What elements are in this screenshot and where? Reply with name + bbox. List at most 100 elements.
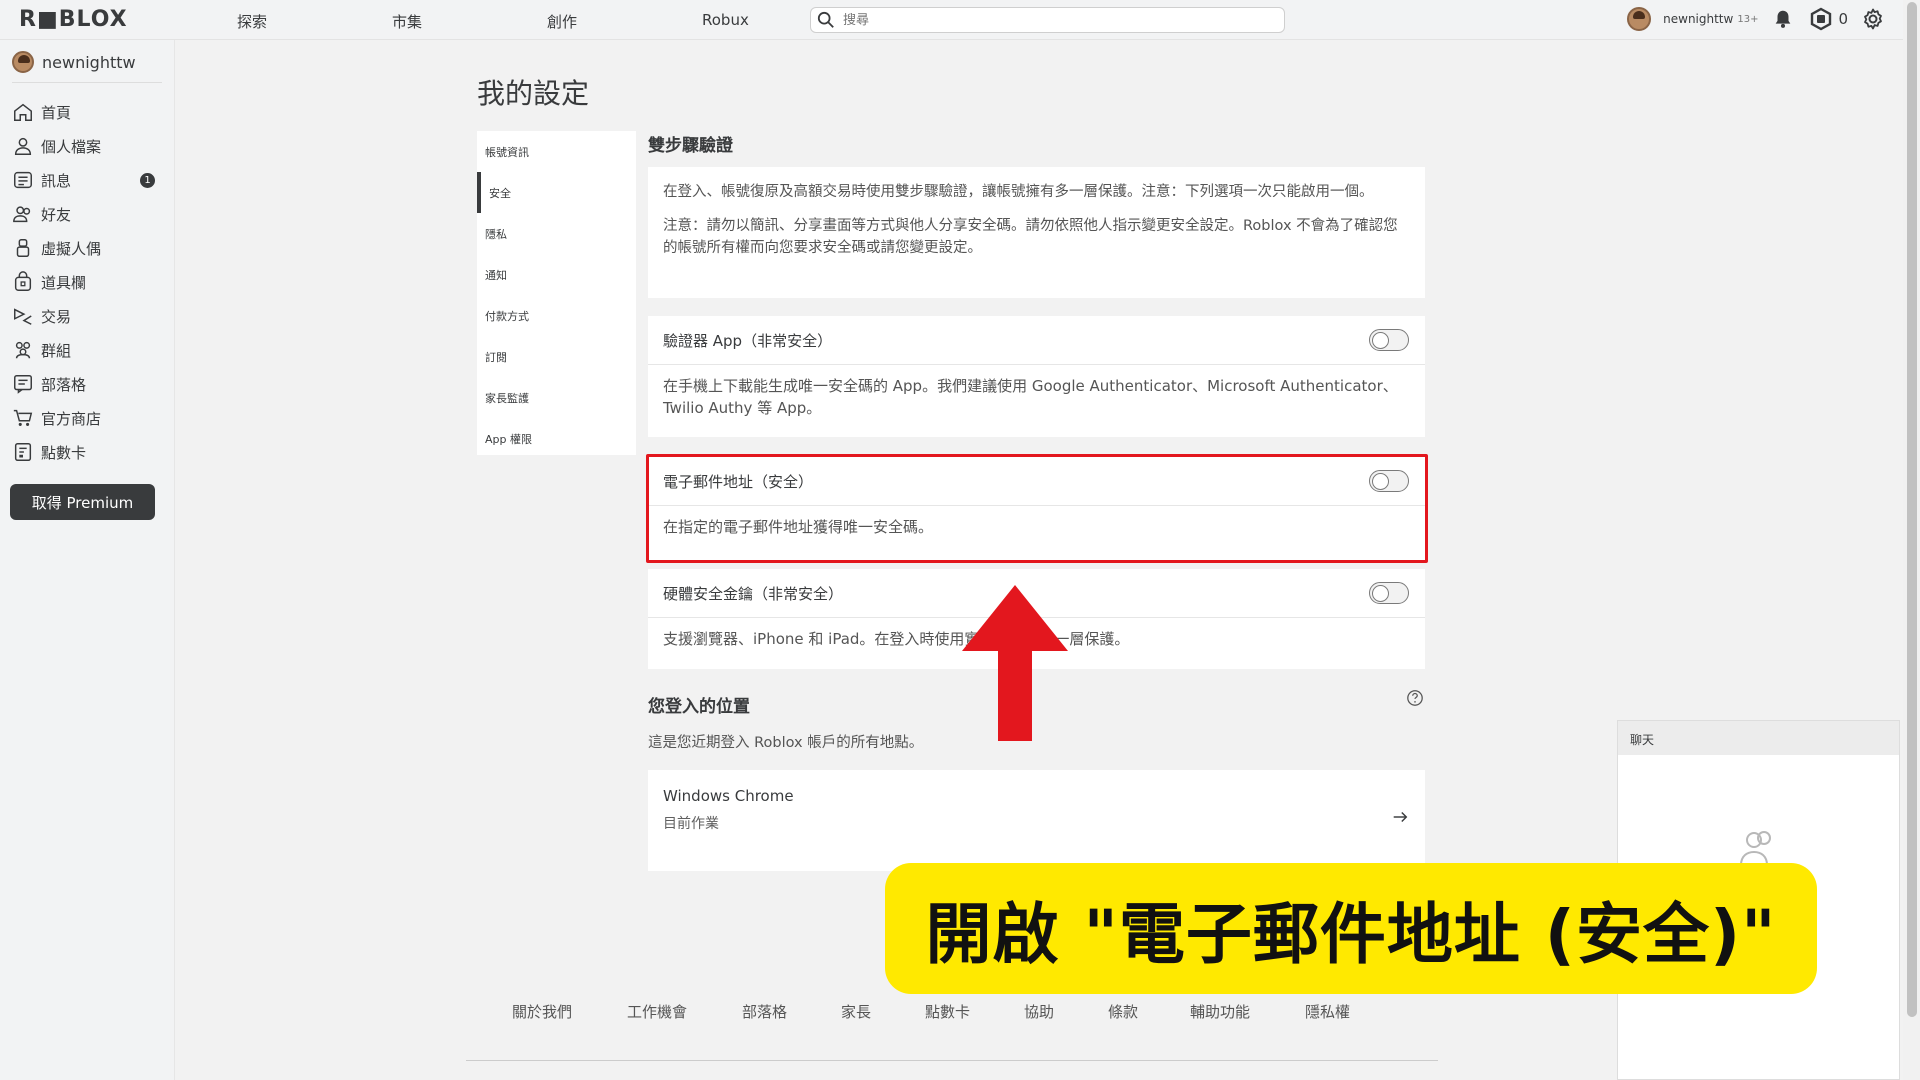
instruction-text: 開啟 "電子郵件地址 (安全)" (925, 895, 1777, 973)
security-key-label: 硬體安全金鑰（非常安全） (663, 584, 844, 603)
instruction-banner: 開啟 "電子郵件地址 (安全)" (885, 863, 1817, 994)
session-device: Windows Chrome (663, 787, 794, 805)
search-input[interactable] (843, 12, 1263, 28)
sidebar-item-trade[interactable]: 交易 (0, 299, 174, 333)
sidebar-item-label: 道具欄 (41, 273, 87, 292)
roblox-logo[interactable]: R■BLOX (19, 7, 128, 32)
authenticator-row: 驗證器 App（非常安全） (648, 316, 1425, 365)
sidebar-nav: 首頁 個人檔案 訊息 1 好友 虛擬人偶 道具欄 交易 群組 部落格 官方商店 … (0, 95, 174, 469)
shopping-cart-icon (13, 409, 33, 426)
footer-about[interactable]: 關於我們 (512, 1001, 572, 1022)
authenticator-label: 驗證器 App（非常安全） (663, 331, 833, 350)
settings-tabs: 帳號資訊 安全 隱私 通知 付款方式 訂閱 家長監護 App 權限 (477, 131, 636, 455)
authenticator-desc-wrap: 在手機上下載能生成唯一安全碼的 App。我們建議使用 Google Authen… (648, 365, 1425, 431)
sidebar-item-messages[interactable]: 訊息 1 (0, 163, 174, 197)
nav-marketplace[interactable]: 市集 (392, 11, 422, 32)
red-arrow-annotation (962, 585, 1068, 741)
notification-bell-icon[interactable] (1770, 6, 1796, 32)
tab-privacy[interactable]: 隱私 (477, 213, 636, 254)
two-step-warning-text: 注意：請勿以簡訊、分享畫面等方式與他人分享安全碼。請勿依照他人指示變更安全設定。… (663, 218, 1398, 256)
email-label: 電子郵件地址（安全） (663, 472, 814, 491)
profile-icon (14, 137, 32, 155)
email-card: 電子郵件地址（安全） 在指定的電子郵件地址獲得唯一安全碼。 (648, 457, 1425, 561)
footer-blog[interactable]: 部落格 (742, 1001, 787, 1022)
messages-icon (14, 171, 32, 189)
sidebar-item-inventory[interactable]: 道具欄 (0, 265, 174, 299)
get-premium-button[interactable]: 取得 Premium (10, 484, 155, 520)
blog-icon (14, 375, 32, 394)
email-toggle[interactable] (1369, 470, 1409, 492)
page-scrollbar[interactable] (1903, 0, 1920, 1080)
sidebar-item-label: 訊息 (41, 171, 72, 190)
tab-notifications[interactable]: 通知 (477, 254, 636, 295)
sidebar-item-label: 官方商店 (41, 409, 102, 428)
search-box[interactable] (810, 7, 1285, 33)
friends-icon (13, 206, 31, 223)
nav-robux[interactable]: Robux (702, 11, 749, 29)
sidebar-item-home[interactable]: 首頁 (0, 95, 174, 129)
authenticator-toggle[interactable] (1369, 329, 1409, 351)
session-card[interactable]: Windows Chrome 目前作業 (648, 770, 1425, 871)
tab-security[interactable]: 安全 (477, 172, 636, 213)
settings-gear-icon[interactable] (1860, 6, 1886, 32)
locations-title: 您登入的位置 (648, 697, 750, 717)
sidebar-item-giftcards[interactable]: 點數卡 (0, 435, 174, 469)
arrow-right-icon[interactable] (1391, 808, 1409, 826)
inventory-icon (14, 271, 32, 291)
giftcard-icon (14, 443, 32, 461)
footer-jobs[interactable]: 工作機會 (627, 1001, 687, 1022)
sidebar-item-blog[interactable]: 部落格 (0, 367, 174, 401)
sidebar-item-store[interactable]: 官方商店 (0, 401, 174, 435)
page-title: 我的設定 (477, 77, 590, 110)
two-step-intro-card: 在登入、帳號復原及高額交易時使用雙步驟驗證，讓帳號擁有多一層保護。注意：下列選項… (648, 167, 1425, 298)
footer-privacy[interactable]: 隱私權 (1305, 1001, 1350, 1022)
sidebar-avatar (12, 51, 34, 73)
scrollbar-thumb[interactable] (1907, 2, 1917, 1017)
robux-icon[interactable] (1808, 6, 1834, 32)
authenticator-desc: 在手機上下載能生成唯一安全碼的 App。我們建議使用 Google Authen… (663, 377, 1398, 417)
left-sidebar: newnighttw 首頁 個人檔案 訊息 1 好友 虛擬人偶 道具欄 交易 群… (0, 40, 175, 1080)
sidebar-item-label: 交易 (41, 307, 72, 326)
age-badge: 13+ (1737, 13, 1759, 25)
sidebar-username: newnighttw (42, 52, 136, 72)
sidebar-item-groups[interactable]: 群組 (0, 333, 174, 367)
help-icon[interactable] (1406, 689, 1424, 707)
tab-account-info[interactable]: 帳號資訊 (477, 131, 636, 172)
tab-app-permissions[interactable]: App 權限 (477, 418, 636, 459)
sidebar-item-label: 好友 (41, 205, 72, 224)
top-navigation-bar: R■BLOX 探索 市集 創作 Robux newnighttw 13+ 0 (0, 0, 1903, 40)
search-icon (817, 11, 834, 28)
security-key-toggle[interactable] (1369, 582, 1409, 604)
groups-icon (15, 341, 31, 359)
topbar-avatar[interactable] (1627, 7, 1652, 31)
sidebar-item-friends[interactable]: 好友 (0, 197, 174, 231)
sidebar-item-label: 個人檔案 (41, 137, 102, 156)
sidebar-item-profile[interactable]: 個人檔案 (0, 129, 174, 163)
sidebar-item-label: 首頁 (41, 103, 72, 122)
footer-help[interactable]: 協助 (1024, 1001, 1054, 1022)
topbar-username[interactable]: newnighttw (1663, 12, 1733, 26)
chat-header[interactable]: 聊天 (1618, 721, 1899, 755)
footer-terms[interactable]: 條款 (1108, 1001, 1138, 1022)
email-desc: 在指定的電子郵件地址獲得唯一安全碼。 (663, 518, 934, 536)
nav-discover[interactable]: 探索 (237, 11, 267, 32)
tab-subscriptions[interactable]: 訂閱 (477, 336, 636, 377)
footer-parents[interactable]: 家長 (841, 1001, 871, 1022)
locations-subtitle: 這是您近期登入 Roblox 帳戶的所有地點。 (648, 735, 924, 751)
robux-count[interactable]: 0 (1838, 10, 1848, 28)
footer-divider (466, 1060, 1438, 1061)
footer-giftcards[interactable]: 點數卡 (925, 1001, 970, 1022)
footer-accessibility[interactable]: 輔助功能 (1190, 1001, 1250, 1022)
nav-create[interactable]: 創作 (547, 11, 577, 32)
avatar-icon (16, 239, 30, 257)
trade-icon (14, 308, 32, 325)
tab-billing[interactable]: 付款方式 (477, 295, 636, 336)
sidebar-item-avatar[interactable]: 虛擬人偶 (0, 231, 174, 265)
email-desc-wrap: 在指定的電子郵件地址獲得唯一安全碼。 (648, 506, 1425, 550)
sidebar-item-label: 部落格 (41, 375, 87, 394)
two-step-title: 雙步驟驗證 (648, 136, 733, 156)
sidebar-item-label: 群組 (41, 341, 72, 360)
sidebar-item-label: 虛擬人偶 (41, 239, 102, 258)
tab-parental-controls[interactable]: 家長監護 (477, 377, 636, 418)
sidebar-user[interactable]: newnighttw (12, 51, 162, 83)
